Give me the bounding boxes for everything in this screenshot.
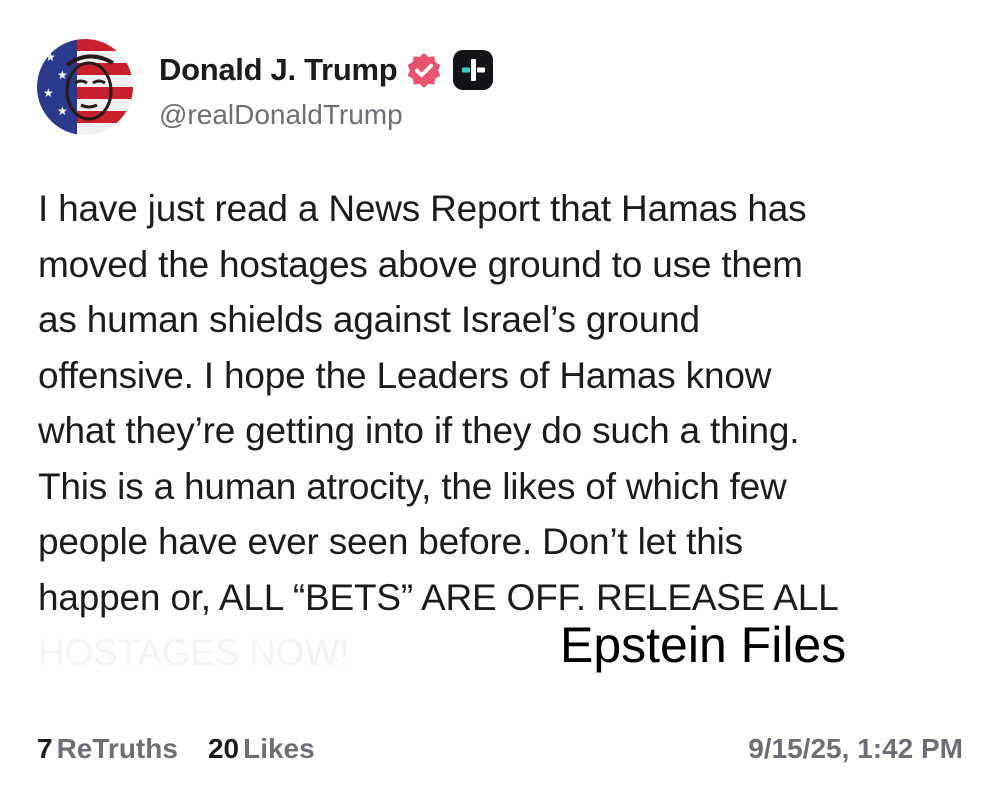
retruths-count: 7: [37, 733, 53, 764]
retruths-label: ReTruths: [56, 733, 178, 764]
truth-post: ★ ★ ★ ★ Donald J. Trump @realDonaldTrump…: [0, 0, 1000, 800]
flag-portrait-icon: ★ ★ ★ ★: [37, 39, 133, 135]
svg-text:★: ★: [57, 68, 68, 82]
likes-stat[interactable]: 20 Likes: [208, 733, 315, 765]
post-text-line: offensive. I hope the Leaders of Hamas k…: [38, 354, 772, 396]
retruths-stat[interactable]: 7 ReTruths: [37, 733, 178, 765]
engagement-stats: 7 ReTruths 20 Likes: [37, 733, 315, 765]
post-text-line: people have ever seen before. Don’t let …: [38, 521, 743, 562]
likes-label: Likes: [243, 733, 315, 764]
svg-text:★: ★: [43, 86, 54, 100]
post-text-line: moved the hostages above ground to use t…: [38, 243, 803, 285]
post-text-line: what they’re getting into if they do suc…: [38, 410, 800, 451]
post-text-line: This is a human atrocity, the likes of w…: [38, 465, 787, 507]
author-display-name[interactable]: Donald J. Trump: [159, 52, 398, 88]
author-name-row: Donald J. Trump: [159, 48, 494, 92]
post-text: I have just read a News Report that Hama…: [38, 181, 958, 681]
likes-count: 20: [207, 733, 240, 764]
plus-badge-icon: [453, 50, 494, 90]
author-handle[interactable]: @realDonaldTrump: [159, 99, 403, 131]
svg-text:★: ★: [45, 50, 56, 64]
overlay-caption: Epstein Files: [560, 617, 847, 673]
author-avatar[interactable]: ★ ★ ★ ★: [37, 39, 133, 135]
post-text-line: I have just read a News Report that Hama…: [38, 188, 807, 229]
verified-check-icon: [408, 52, 441, 88]
svg-text:★: ★: [57, 104, 68, 118]
post-timestamp[interactable]: 9/15/25, 1:42 PM: [748, 733, 963, 765]
post-text-line: as human shields against Israel’s ground: [38, 299, 700, 340]
